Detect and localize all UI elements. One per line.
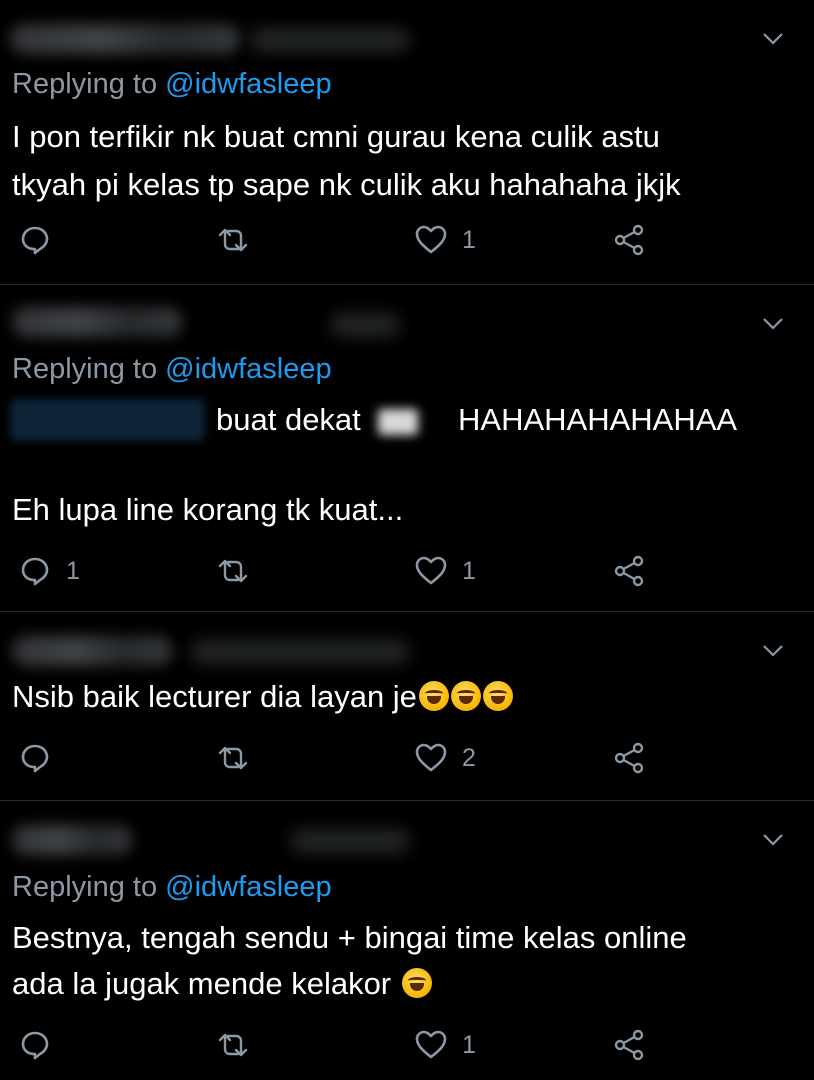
tweet-text-line-1: Bestnya, tengah sendu + bingai time kela…: [12, 920, 687, 955]
author-handle-blurred: [290, 829, 410, 853]
reply-count: 1: [66, 556, 80, 585]
chevron-down-icon[interactable]: [762, 32, 784, 46]
laughing-emoji-icon: [418, 681, 449, 711]
tweet-actions: 2: [0, 736, 814, 780]
replying-handle-link[interactable]: @idwfasleep: [165, 353, 331, 385]
reply-button[interactable]: 1: [18, 549, 80, 593]
author-name-blurred: [10, 24, 240, 54]
tweet-1[interactable]: Replying to @idwfasleep I pon terfikir n…: [0, 0, 814, 285]
share-icon: [614, 555, 644, 587]
reply-icon: [21, 226, 49, 255]
author-name-blurred: [12, 636, 172, 666]
heart-icon: [415, 743, 447, 772]
author-handle-blurred: [190, 640, 410, 664]
tweet-text-line-2: tkyah pi kelas tp sape nk culik aku haha…: [12, 167, 681, 202]
author-name-blurred: [12, 825, 132, 855]
reply-button[interactable]: [18, 736, 66, 780]
laughing-emoji-icon: [482, 681, 513, 711]
replying-handle-link[interactable]: @idwfasleep: [165, 871, 331, 903]
retweet-button[interactable]: [216, 218, 250, 262]
retweet-icon: [218, 746, 248, 770]
location-blurred: [378, 409, 418, 435]
like-button[interactable]: 2: [414, 736, 476, 780]
tweet-2[interactable]: Replying to @idwfasleep buat dekat HAHAH…: [0, 285, 814, 612]
retweet-icon: [218, 559, 248, 583]
author-name-blurred: [12, 307, 182, 337]
replying-label: Replying to: [12, 353, 158, 385]
share-icon: [614, 224, 644, 256]
author-handle-blurred: [250, 28, 410, 52]
replying-to: Replying to @idwfasleep: [12, 68, 332, 101]
retweet-icon: [218, 228, 248, 252]
tweet-actions: 1: [0, 218, 814, 262]
reply-button[interactable]: [18, 218, 66, 262]
replying-label: Replying to: [12, 871, 158, 903]
like-button[interactable]: 1: [414, 1023, 476, 1067]
mention-blurred: [10, 399, 205, 441]
replying-to: Replying to @idwfasleep: [12, 353, 332, 386]
tweet-text-mid: buat dekat: [216, 402, 361, 437]
tweet-text: Nsib baik lecturer dia layan je: [12, 679, 417, 714]
like-count: 2: [462, 743, 476, 772]
tweet-text-line-1: Nsib baik lecturer dia layan je: [12, 674, 513, 720]
retweet-button[interactable]: [216, 549, 250, 593]
reply-icon: [21, 557, 49, 586]
tweet-text-line-2: Eh lupa line korang tk kuat...: [12, 492, 404, 527]
share-button[interactable]: [612, 549, 646, 593]
replying-handle-link[interactable]: @idwfasleep: [165, 68, 331, 100]
chevron-down-icon[interactable]: [762, 833, 784, 847]
tweet-text-end: HAHAHAHAHAHAA: [458, 402, 738, 437]
share-button[interactable]: [612, 218, 646, 262]
heart-icon: [415, 556, 447, 585]
like-count: 1: [462, 1030, 476, 1059]
heart-icon: [415, 225, 447, 254]
laughing-emoji-icon: [450, 681, 481, 711]
like-button[interactable]: 1: [414, 549, 476, 593]
like-count: 1: [462, 225, 476, 254]
share-button[interactable]: [612, 736, 646, 780]
share-icon: [614, 742, 644, 774]
reply-feed: Replying to @idwfasleep I pon terfikir n…: [0, 0, 814, 1080]
tears-of-joy-emoji-icon: [401, 968, 432, 998]
tweet-text-line-2: ada la jugak mende kelakor: [12, 961, 432, 1007]
retweet-button[interactable]: [216, 736, 250, 780]
retweet-button[interactable]: [216, 1023, 250, 1067]
tweet-actions: 1: [0, 1023, 814, 1067]
like-button[interactable]: 1: [414, 218, 476, 262]
reply-icon: [21, 744, 49, 773]
chevron-down-icon[interactable]: [762, 644, 784, 658]
reply-button[interactable]: [18, 1023, 66, 1067]
replying-to: Replying to @idwfasleep: [12, 871, 332, 904]
chevron-down-icon[interactable]: [762, 317, 784, 331]
author-handle-blurred: [330, 313, 400, 337]
like-count: 1: [462, 556, 476, 585]
reply-icon: [21, 1031, 49, 1060]
tweet-text-line-1: I pon terfikir nk buat cmni gurau kena c…: [12, 119, 660, 154]
tweet-3[interactable]: Nsib baik lecturer dia layan je 2: [0, 612, 814, 801]
share-icon: [614, 1029, 644, 1061]
replying-label: Replying to: [12, 68, 158, 100]
tweet-4[interactable]: Replying to @idwfasleep Bestnya, tengah …: [0, 801, 814, 1080]
heart-icon: [415, 1030, 447, 1059]
retweet-icon: [218, 1033, 248, 1057]
tweet-text: ada la jugak mende kelakor: [12, 966, 392, 1001]
tweet-actions: 1 1: [0, 549, 814, 593]
share-button[interactable]: [612, 1023, 646, 1067]
